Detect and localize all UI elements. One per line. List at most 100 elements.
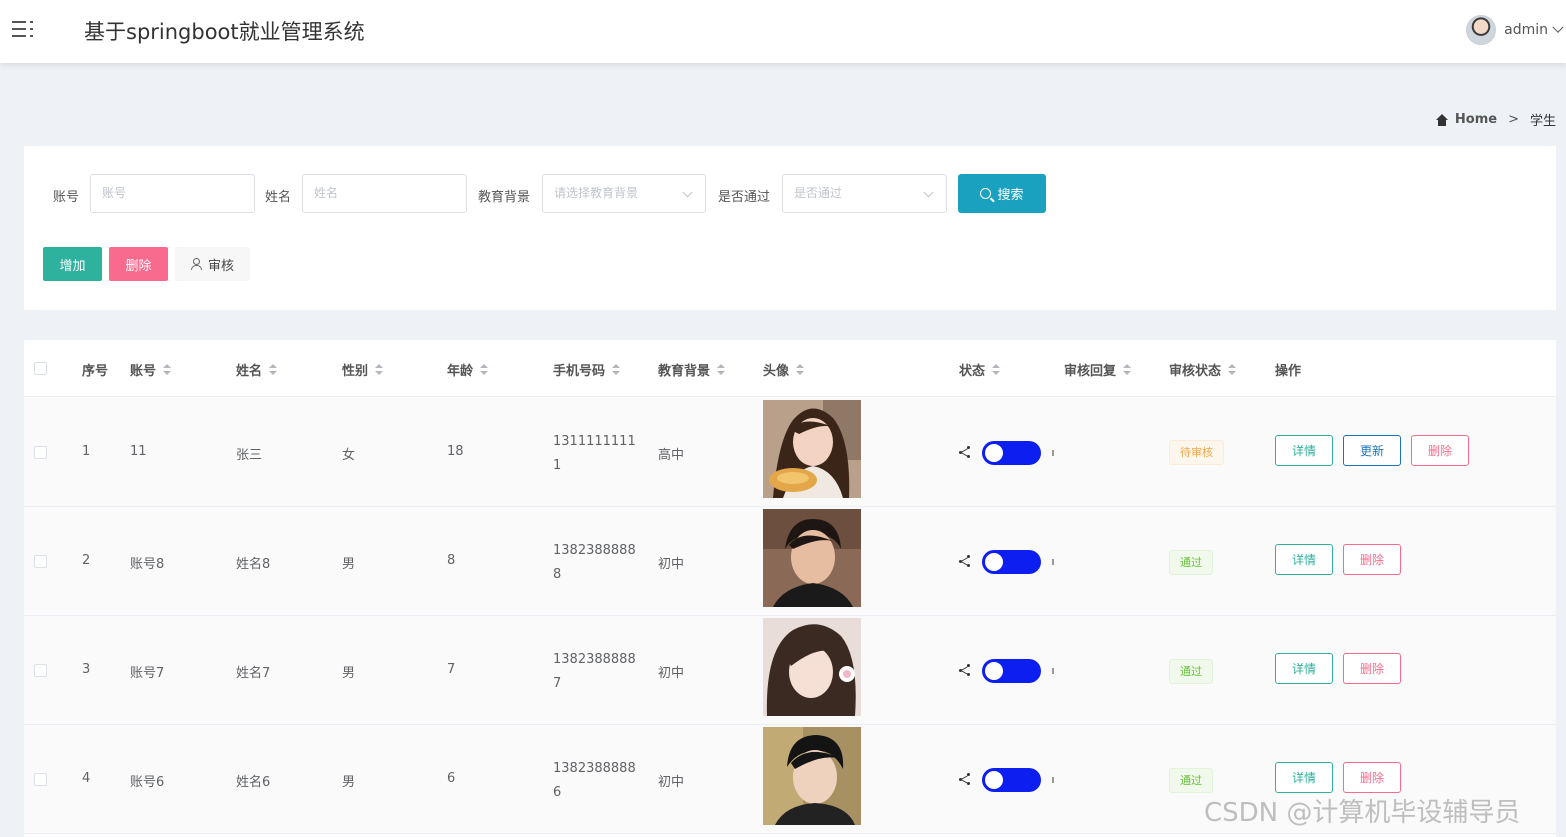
delete-button[interactable]: 删除 [1343,653,1401,684]
status-switch[interactable] [982,550,1041,574]
sort-icon[interactable] [796,363,805,376]
pass-label: 是否通过 [718,190,771,205]
avatar-photo[interactable] [763,509,861,607]
header-account[interactable]: 账号 [130,360,172,379]
cell-gender: 女 [342,448,356,463]
delete-button[interactable]: 删除 [1343,544,1401,575]
chevron-down-icon [1552,21,1564,33]
row-checkbox[interactable] [34,664,47,677]
table-row: 3 账号7 姓名7 男 7 13823888887 初中 通过 详情 删除 [24,616,1556,725]
header-avatar-label: 头像 [763,364,790,379]
status-switch[interactable] [982,768,1041,792]
cell-age: 18 [447,444,464,459]
user-menu[interactable]: admin [1466,14,1564,46]
delete-button[interactable]: 删除 [1411,435,1469,466]
detail-button[interactable]: 详情 [1275,653,1333,684]
cell-phone: 13823888887 [553,652,636,691]
share-icon[interactable] [959,773,970,785]
top-bar: 基于springboot就业管理系统 admin [0,0,1566,63]
cell-phone: 13823888886 [553,761,636,800]
header-reply[interactable]: 审核回复 [1064,360,1132,379]
add-button[interactable]: 增加 [43,247,102,281]
sort-icon[interactable] [992,363,1001,376]
cell-name: 张三 [236,448,263,463]
header-name-label: 姓名 [236,364,263,379]
user-icon [190,258,202,270]
row-checkbox[interactable] [34,555,47,568]
sort-icon[interactable] [480,363,489,376]
row-checkbox[interactable] [34,446,47,459]
cell-education: 初中 [658,775,685,790]
sort-icon[interactable] [1228,363,1237,376]
header-education-label: 教育背景 [658,364,711,379]
menu-toggle-icon[interactable] [12,18,34,40]
breadcrumb-home[interactable]: Home [1455,112,1497,127]
share-icon[interactable] [959,446,970,458]
cell-name: 姓名8 [236,557,271,572]
search-button[interactable]: 搜索 [958,174,1046,213]
cell-age: 6 [447,771,456,786]
cell-index: 3 [82,662,91,677]
header-name[interactable]: 姓名 [236,360,278,379]
table-row: 1 11 张三 女 18 13111111111 高中 待审核 详情 更新 删除 [24,398,1556,507]
pass-select[interactable]: 是否通过 [782,174,947,213]
education-select[interactable]: 请选择教育背景 [542,174,706,213]
header-operation-label: 操作 [1275,364,1302,379]
header-avatar[interactable]: 头像 [763,360,805,379]
sort-icon[interactable] [163,363,172,376]
table-row: 2 账号8 姓名8 男 8 13823888888 初中 通过 详情 删除 [24,507,1556,616]
name-input[interactable]: 姓名 [302,174,467,213]
delete-button[interactable]: 删除 [1343,762,1401,793]
education-select-placeholder: 请选择教育背景 [554,186,639,200]
header-index-label: 序号 [82,364,109,379]
cell-name: 姓名7 [236,666,271,681]
sort-icon[interactable] [717,363,726,376]
header-account-label: 账号 [130,364,157,379]
detail-button[interactable]: 详情 [1275,435,1333,466]
header-status-label: 状态 [959,364,986,379]
cell-index: 2 [82,553,91,568]
status-switch[interactable] [982,441,1041,465]
search-icon [980,188,992,199]
cell-account: 账号7 [130,666,165,681]
cell-index: 4 [82,771,91,786]
sort-icon[interactable] [375,363,384,376]
user-name: admin [1504,22,1548,38]
reply-marker [1052,777,1054,783]
app-title: 基于springboot就业管理系统 [84,20,365,44]
cell-age: 7 [447,662,456,677]
audit-button[interactable]: 审核 [175,247,250,281]
share-icon[interactable] [959,664,970,676]
sort-icon[interactable] [612,363,621,376]
header-education[interactable]: 教育背景 [658,360,726,379]
share-icon[interactable] [959,555,970,567]
avatar-photo[interactable] [763,400,861,498]
breadcrumb-current: 学生 [1529,114,1556,129]
watermark: CSDN @计算机毕设辅导员 [1204,798,1521,828]
header-audit-status[interactable]: 审核状态 [1169,360,1237,379]
header-phone[interactable]: 手机号码 [553,360,621,379]
header-status[interactable]: 状态 [959,360,1001,379]
header-phone-label: 手机号码 [553,364,606,379]
batch-delete-button[interactable]: 删除 [109,247,168,281]
select-all-checkbox[interactable] [34,362,47,375]
avatar-photo[interactable] [763,618,861,716]
breadcrumb-separator: > [1508,112,1519,127]
cell-account: 账号6 [130,775,165,790]
header-age[interactable]: 年龄 [447,360,489,379]
reply-marker [1052,668,1054,674]
sort-icon[interactable] [1123,363,1132,376]
detail-button[interactable]: 详情 [1275,544,1333,575]
cell-education: 高中 [658,448,685,463]
row-checkbox[interactable] [34,773,47,786]
update-button[interactable]: 更新 [1343,435,1401,466]
status-switch[interactable] [982,659,1041,683]
account-input[interactable]: 账号 [90,174,255,213]
pass-select-placeholder: 是否通过 [794,186,843,200]
detail-button[interactable]: 详情 [1275,762,1333,793]
reply-marker [1052,450,1054,456]
sort-icon[interactable] [269,363,278,376]
avatar-photo[interactable] [763,727,861,825]
header-gender[interactable]: 性别 [342,360,384,379]
cell-account: 11 [130,444,147,459]
